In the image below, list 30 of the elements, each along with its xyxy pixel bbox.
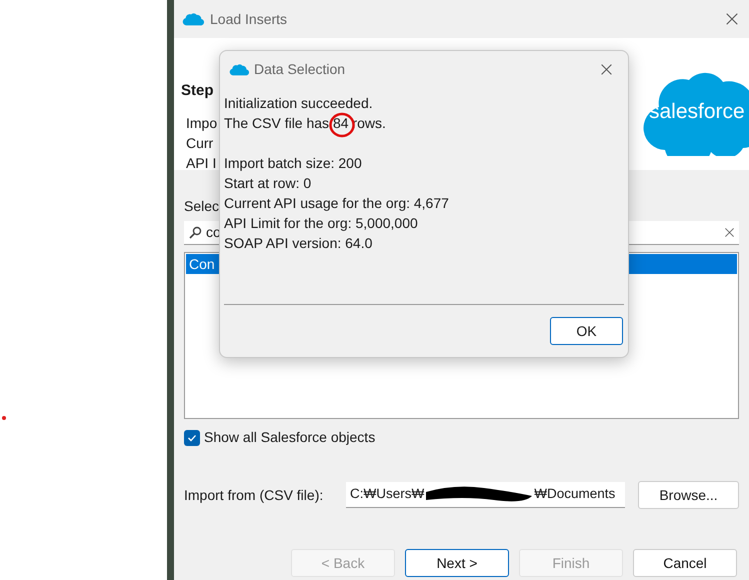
info-line: API I (185, 154, 216, 172)
message-line: Current API usage for the org: 4,677 (224, 194, 449, 213)
browse-button[interactable]: Browse... (638, 481, 739, 509)
window-title: Load Inserts (210, 10, 288, 28)
info-line: Curr (185, 134, 214, 152)
wizard-button[interactable]: Cancel (633, 549, 737, 577)
message-line: Initialization succeeded. (224, 94, 373, 113)
message-line: Start at row: 0 (224, 174, 312, 193)
cloud-icon (229, 62, 249, 76)
info-line: Impo (185, 114, 218, 132)
checkbox-label: Show all Salesforce objects (204, 428, 376, 447)
dialog-title: Data Selection (254, 60, 346, 78)
close-icon[interactable] (724, 227, 735, 238)
annotation-circle (328, 112, 355, 138)
step-title: Step (181, 81, 214, 101)
search-icon (188, 226, 202, 240)
message-line: SOAP API version: 64.0 (224, 234, 372, 253)
close-icon[interactable] (725, 12, 739, 26)
cloud-icon (182, 11, 204, 27)
import-label: Import from (CSV file): (184, 486, 324, 505)
message-line: API Limit for the org: 5,000,000 (224, 214, 418, 233)
csv-path-field[interactable]: C:₩Users₩ ₩Documents (346, 482, 625, 508)
checkbox[interactable] (184, 430, 200, 446)
close-icon[interactable] (600, 62, 613, 76)
ok-button[interactable]: OK (550, 317, 623, 345)
dot-mark (2, 416, 6, 420)
select-label: Selec (184, 197, 220, 215)
check-icon (187, 432, 197, 442)
wizard-button[interactable]: Next > (405, 549, 509, 577)
message-line: Import batch size: 200 (224, 154, 362, 173)
